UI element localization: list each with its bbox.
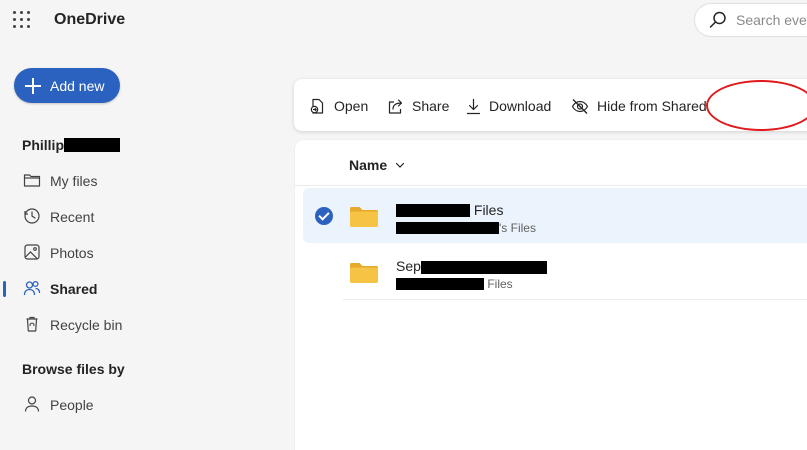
search-box[interactable]	[695, 4, 807, 36]
redaction	[420, 261, 547, 274]
file-owner: 's Files	[396, 221, 536, 235]
redaction	[396, 278, 484, 290]
active-indicator	[3, 281, 6, 297]
file-owner: Files	[396, 277, 513, 291]
checkmark-icon[interactable]	[315, 207, 333, 225]
redaction	[396, 222, 499, 234]
add-new-button[interactable]: Add new	[14, 68, 120, 103]
download-icon	[466, 98, 481, 114]
chevron-down-icon	[396, 162, 405, 168]
folder-icon	[350, 207, 378, 227]
sidebar-item-label: Recycle bin	[50, 317, 123, 333]
open-label: Open	[334, 98, 369, 114]
share-button[interactable]: Share	[387, 96, 449, 116]
sidebar-item-people[interactable]: People	[0, 389, 290, 419]
download-label: Download	[489, 98, 552, 114]
trash-icon	[26, 316, 38, 332]
sidebar-item-my-files[interactable]: My files	[0, 165, 290, 195]
search-input[interactable]	[736, 12, 807, 28]
list-item[interactable]: Files 's Files	[303, 188, 807, 243]
share-label: Share	[412, 98, 450, 114]
list-item[interactable]: Sep Files	[303, 244, 807, 299]
annotation-circle	[706, 80, 807, 131]
sidebar-item-label: My files	[50, 173, 98, 189]
hide-from-shared-label: Hide from Shared	[597, 98, 707, 114]
sidebar-item-label: Recent	[50, 209, 95, 225]
redaction	[64, 138, 120, 152]
sidebar-item-label: Shared	[50, 281, 98, 297]
file-name[interactable]: Files	[396, 202, 503, 218]
sidebar-item-recycle-bin[interactable]: Recycle bin	[0, 309, 290, 339]
row-divider	[343, 299, 807, 300]
plus-icon	[24, 77, 42, 95]
person-icon	[24, 396, 40, 412]
sidebar-item-label: Photos	[50, 245, 94, 261]
app-title[interactable]: OneDrive	[54, 11, 125, 29]
search-icon	[709, 11, 726, 28]
people-icon	[23, 280, 41, 296]
open-button[interactable]: Open	[309, 96, 368, 116]
download-button[interactable]: Download	[466, 96, 551, 116]
sidebar-item-photos[interactable]: Photos	[0, 237, 290, 267]
folder-icon	[350, 263, 378, 283]
share-icon	[388, 98, 403, 114]
sidebar-item-label: People	[50, 397, 94, 413]
redaction	[396, 204, 470, 217]
sidebar-item-shared[interactable]: Shared	[0, 273, 290, 303]
clock-icon	[24, 208, 40, 224]
browse-files-by-heading: Browse files by	[22, 361, 125, 377]
add-new-label: Add new	[50, 77, 105, 94]
app-launcher-icon[interactable]	[13, 11, 31, 29]
column-header-label: Name	[349, 157, 388, 173]
folder-icon	[23, 174, 41, 187]
user-name: Phillip	[22, 137, 120, 153]
sidebar-item-recent[interactable]: Recent	[0, 201, 290, 231]
name-column-header[interactable]: Name	[349, 157, 405, 173]
hide-from-shared-button[interactable]: Hide from Shared	[571, 96, 707, 116]
photo-icon	[24, 244, 40, 260]
open-icon	[310, 98, 324, 114]
file-name[interactable]: Sep	[396, 258, 547, 274]
eye-off-icon	[571, 98, 589, 114]
header-divider	[295, 185, 807, 186]
